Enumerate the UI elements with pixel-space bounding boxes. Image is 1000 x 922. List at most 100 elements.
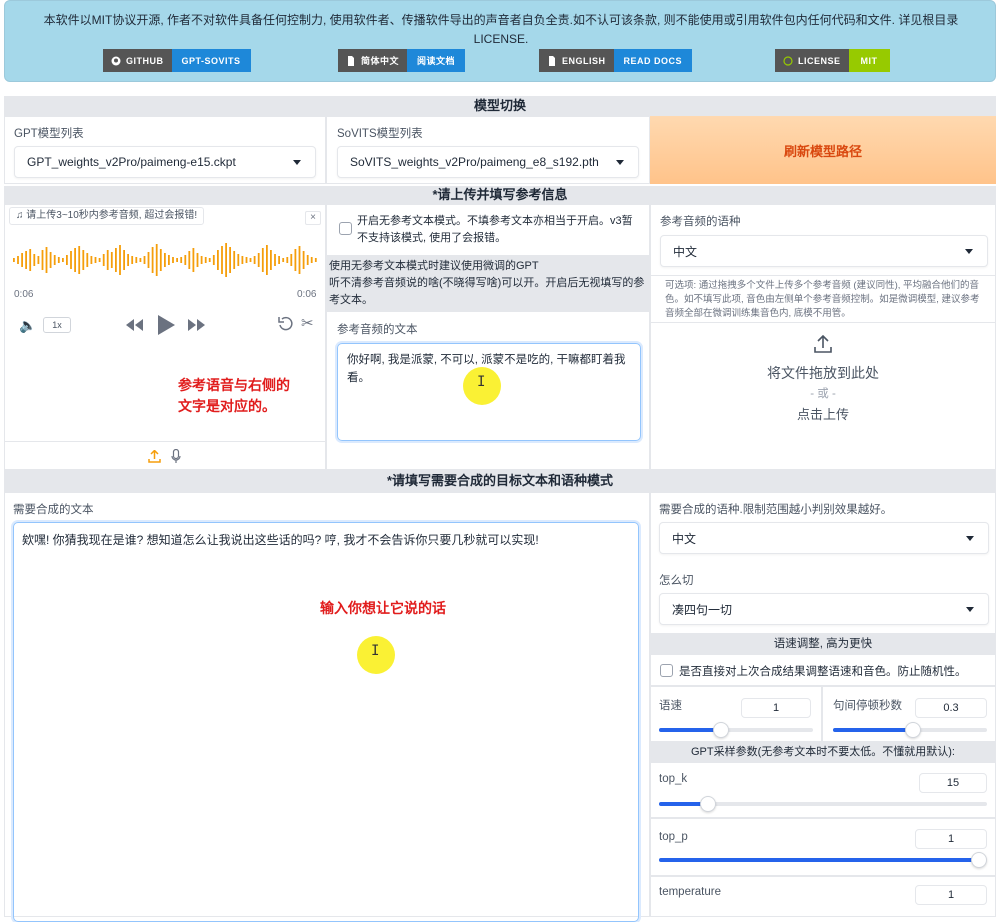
cut-method-value: 凑四句一切	[672, 602, 733, 617]
free-mode-hint: 使用无参考文本模式时建议使用微调的GPT 听不清参考音频说的啥(不晓得写啥)可以…	[327, 255, 649, 312]
waveform-bar	[17, 256, 19, 264]
speed-input[interactable]: 1	[741, 698, 811, 718]
target-text-panel: 需要合成的文本 欸嘿! 你猜我现在是谁? 想知道怎么让我说出这些话的吗? 哼, …	[4, 492, 650, 922]
speed-slider[interactable]	[659, 722, 813, 738]
github-badge[interactable]: GITHUB GPT-SOVITS	[103, 49, 251, 72]
refresh-models-button[interactable]: 刷新模型路径	[650, 116, 996, 184]
pause-panel: 句间停顿秒数 0.3	[822, 686, 996, 742]
ref-text-panel: 开启无参考文本模式。不填参考文本亦相当于开启。v3暂不支持该模式, 使用了会报错…	[326, 204, 650, 470]
pause-label: 句间停顿秒数	[833, 700, 902, 712]
top-k-panel: top_k 15	[650, 762, 996, 818]
temperature-label: temperature	[659, 886, 722, 898]
sovits-model-dropdown[interactable]: SoVITS_weights_v2Pro/paimeng_e8_s192.pth	[337, 146, 639, 178]
chevron-down-icon	[966, 607, 974, 612]
speed-section-header: 语速调整, 高为更快	[650, 634, 996, 654]
volume-icon[interactable]: 🔈	[19, 317, 36, 334]
keep-result-checkbox[interactable]	[660, 664, 673, 677]
top-p-slider[interactable]	[659, 852, 987, 868]
slider-knob[interactable]	[905, 722, 921, 738]
microphone-icon[interactable]	[171, 449, 181, 464]
sovits-model-panel: SoVITS模型列表 SoVITS_weights_v2Pro/paimeng_…	[326, 116, 650, 184]
waveform-bar	[102, 254, 105, 266]
slider-knob[interactable]	[713, 722, 729, 738]
github-icon	[111, 56, 121, 65]
docs-zh-badge[interactable]: 简体中文 阅读文档	[338, 49, 466, 72]
pause-slider[interactable]	[833, 722, 987, 738]
target-text-input[interactable]: 欸嘿! 你猜我现在是谁? 想知道怎么让我说出这些话的吗? 哼, 我才不会告诉你只…	[13, 522, 639, 922]
slider-knob[interactable]	[971, 852, 987, 868]
badge-label: LICENSE	[798, 55, 841, 66]
waveform-bar	[33, 254, 36, 266]
waveform-bar	[294, 249, 297, 271]
gpt-params-header: GPT采样参数(无参考文本时不要太低。不懂就用默认):	[650, 742, 996, 762]
click-upload-text: 点击上传	[796, 407, 849, 422]
cut-method-dropdown[interactable]: 凑四句一切	[659, 593, 989, 625]
waveform-bar	[57, 257, 60, 263]
waveform-bar	[123, 250, 125, 270]
speed-label: 语速	[659, 700, 682, 712]
temperature-input[interactable]: 1	[915, 885, 987, 905]
free-mode-checkbox[interactable]	[339, 222, 352, 235]
waveform-bar	[290, 254, 293, 266]
top-k-slider[interactable]	[659, 796, 987, 812]
chevron-down-icon	[293, 160, 301, 165]
trim-icon[interactable]: ✂	[301, 314, 314, 332]
sovits-model-label: SoVITS模型列表	[337, 128, 423, 140]
waveform-bar	[139, 258, 142, 262]
waveform-bar	[233, 251, 236, 269]
docs-en-badge[interactable]: ENGLISH READ DOCS	[539, 49, 693, 72]
waveform-bar	[282, 258, 285, 262]
license-icon	[783, 55, 793, 66]
slider-fill	[833, 728, 913, 732]
waveform-bar	[266, 245, 268, 275]
waveform-bar	[119, 245, 121, 275]
ref-section-header: *请上传并填写参考信息	[4, 186, 996, 204]
close-icon[interactable]: ×	[305, 211, 321, 225]
waveform[interactable]	[13, 237, 319, 283]
upload-icon[interactable]	[148, 450, 161, 463]
waveform-bar	[229, 247, 231, 273]
waveform-bar	[306, 255, 309, 265]
waveform-bar	[225, 243, 227, 277]
multi-ref-upload-zone[interactable]: 将文件拖放到此处 - 或 - 点击上传	[651, 325, 995, 469]
waveform-bar	[53, 255, 56, 265]
top-k-input[interactable]: 15	[919, 773, 987, 793]
waveform-bar	[200, 256, 203, 264]
ref-lang-dropdown[interactable]: 中文	[660, 235, 988, 267]
target-lang-dropdown[interactable]: 中文	[659, 522, 989, 554]
waveform-bar	[196, 253, 199, 267]
waveform-bar	[241, 256, 244, 264]
waveform-bar	[212, 255, 215, 265]
waveform-bar	[135, 257, 138, 263]
playback-speed-button[interactable]: 1x	[43, 317, 71, 333]
gpt-model-dropdown[interactable]: GPT_weights_v2Pro/paimeng-e15.ckpt	[14, 146, 316, 178]
waveform-bar	[180, 257, 183, 263]
waveform-bar	[29, 249, 32, 271]
drop-text: 将文件拖放到此处	[767, 365, 879, 381]
fast-forward-icon[interactable]	[188, 319, 206, 331]
audio-label: ♫ 请上传3~10秒内参考音频, 超过会报错!	[9, 207, 205, 225]
slider-knob[interactable]	[700, 796, 717, 812]
waveform-bar	[110, 252, 113, 268]
waveform-bar	[106, 250, 109, 270]
top-p-input[interactable]: 1	[915, 829, 987, 849]
keep-result-panel: 是否直接对上次合成结果调整语速和音色。防止随机性。	[650, 654, 996, 686]
rewind-icon[interactable]	[125, 319, 143, 331]
waveform-bar	[172, 257, 174, 263]
play-icon[interactable]	[158, 315, 175, 335]
sovits-model-value: SoVITS_weights_v2Pro/paimeng_e8_s192.pth	[350, 155, 599, 169]
undo-icon[interactable]	[278, 316, 293, 331]
upload-icon	[814, 335, 832, 353]
model-switch-header: 模型切换	[4, 96, 996, 116]
pause-input[interactable]: 0.3	[915, 698, 987, 718]
waveform-bar	[208, 258, 211, 262]
text-cursor-icon: I	[477, 374, 486, 390]
badge-label: GITHUB	[126, 55, 164, 66]
waveform-bar	[159, 249, 162, 271]
waveform-bar	[37, 256, 40, 264]
waveform-bar	[184, 255, 187, 265]
waveform-bar	[147, 252, 150, 268]
top-p-label: top_p	[659, 831, 688, 843]
badge-value: MIT	[860, 55, 878, 66]
license-badge[interactable]: LICENSE MIT	[775, 49, 890, 72]
